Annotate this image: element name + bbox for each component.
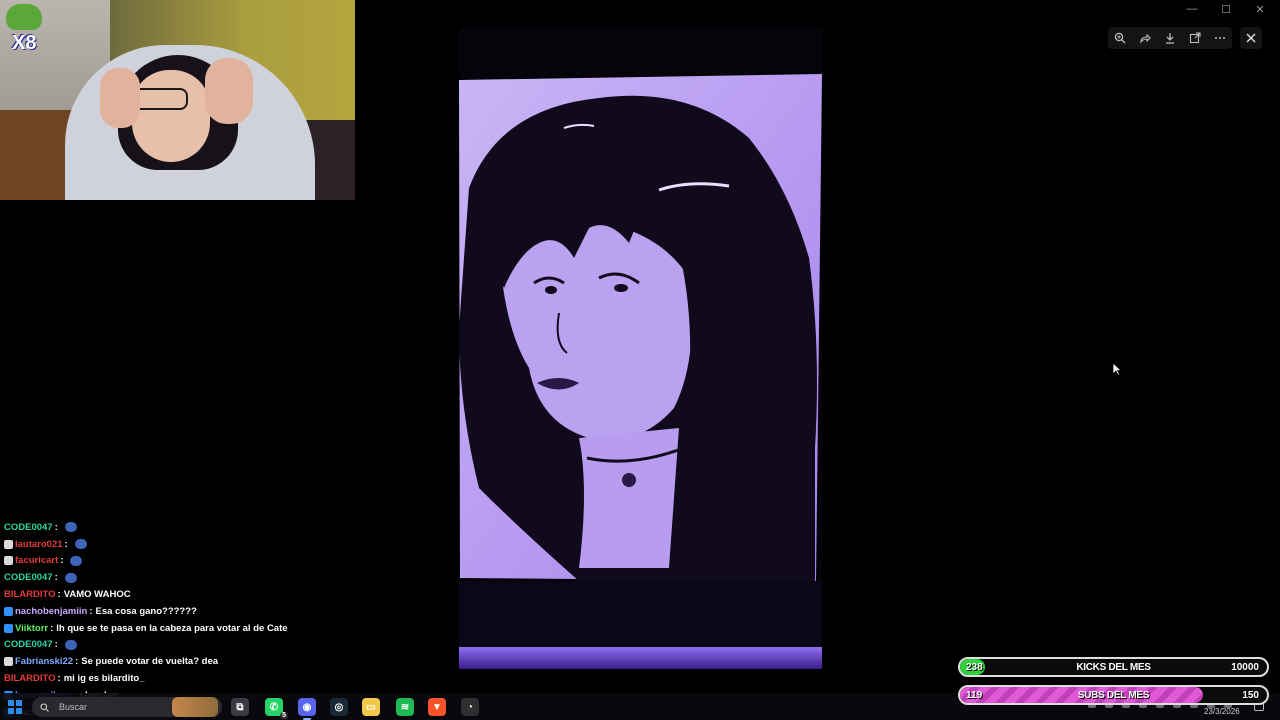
task-view-glyph: ⧉	[236, 701, 244, 713]
chat-emote-icon	[64, 572, 77, 583]
kicks-goal-label: KICKS DEL MES	[1076, 662, 1151, 673]
window-controls: — ☐ ✕	[1186, 3, 1266, 16]
mouse-cursor-icon	[1112, 362, 1122, 376]
streamer-left-hand	[100, 68, 140, 128]
chat-username[interactable]: CODE0047	[4, 639, 53, 650]
chat-message-text: mi ig es bilardito_	[63, 673, 145, 685]
chat-username[interactable]: BILARDITO	[4, 673, 56, 684]
chat-separator: :	[50, 622, 54, 634]
stream-chat: CODE0047 : lautaro021 : facuricart : CODE00…	[4, 519, 334, 720]
obs-icon[interactable]: ◔	[461, 698, 479, 716]
chat-emote-icon	[64, 639, 77, 650]
steam-icon[interactable]: ◎	[330, 698, 348, 716]
emote-multiplier: X8	[12, 32, 37, 54]
chat-username[interactable]: Fabrianski22	[15, 656, 73, 667]
search-icon	[40, 702, 49, 712]
chat-separator: :	[60, 555, 64, 567]
spotify-icon[interactable]: ≋	[396, 698, 414, 716]
drawing-photo	[459, 28, 822, 669]
obs-glyph: ◔	[466, 701, 474, 713]
chat-separator: :	[64, 538, 68, 550]
chat-separator: :	[75, 656, 79, 668]
maximize-icon[interactable]: ☐	[1220, 3, 1232, 16]
chat-badge-icon	[4, 556, 13, 566]
subs-goal-target: 150	[1242, 690, 1259, 701]
chat-message-text: Se puede votar de vuelta? dea	[81, 656, 219, 668]
chat-message: CODE0047 :	[4, 569, 334, 586]
chat-separator: :	[89, 605, 93, 617]
chat-separator: :	[57, 589, 61, 601]
chat-message: lautaro021 :	[4, 536, 334, 553]
chat-message: Viiktorr : lh que se te pasa en la cabeza…	[4, 620, 334, 637]
discord-glyph: ◉	[302, 701, 312, 713]
discord-icon[interactable]: ◉	[298, 698, 316, 720]
chat-message: nachobenjamiin : Esa cosa gano??????	[4, 603, 334, 620]
clock-date: 23/3/2026	[1204, 707, 1240, 716]
chat-emote-icon	[74, 539, 87, 550]
chat-separator: :	[54, 572, 58, 584]
chat-emote-icon	[70, 555, 83, 566]
chat-separator: :	[54, 521, 58, 533]
chat-username[interactable]: nachobenjamiin	[15, 606, 87, 617]
webcam-overlay: X8	[0, 0, 355, 200]
kicks-goal-bar: 238 KICKS DEL MES 10000	[958, 657, 1269, 677]
chat-badge-icon	[4, 539, 13, 549]
task-view-icon[interactable]: ⧉	[231, 698, 249, 716]
chat-username[interactable]: BILARDITO	[4, 589, 56, 600]
chat-message: CODE0047 :	[4, 519, 334, 536]
more-icon[interactable]	[1212, 30, 1228, 46]
whatsapp-icon[interactable]: ✆ 5	[265, 698, 288, 719]
chat-badge-icon	[4, 623, 13, 633]
brave-glyph: ▼	[432, 701, 442, 713]
streamer-right-hand	[205, 58, 253, 124]
minimize-icon[interactable]: —	[1186, 3, 1198, 16]
brave-icon[interactable]: ▼	[428, 698, 446, 716]
chat-message: CODE0047 :	[4, 637, 334, 654]
subs-goal-bar: 119 SUBS DEL MES 150	[958, 685, 1269, 705]
close-icon	[1246, 33, 1256, 43]
chat-separator: :	[57, 673, 61, 685]
chat-emote-icon	[64, 522, 77, 533]
chat-message: BILARDITO : VAMO WAHOC	[4, 586, 334, 603]
chat-message-text: VAMO WAHOC	[63, 589, 131, 601]
chat-message-text: lh que se te pasa en la cabeza para vota…	[56, 622, 288, 634]
file-explorer-glyph: ▭	[366, 701, 376, 713]
chat-message: BILARDITO : mi ig es bilardito_	[4, 670, 334, 687]
chat-message-text: Esa cosa gano??????	[95, 605, 197, 617]
share-icon[interactable]	[1137, 30, 1153, 46]
viewer-close-button[interactable]	[1240, 27, 1262, 49]
chat-badge-icon	[4, 657, 13, 667]
whatsapp-glyph: ✆	[269, 701, 279, 713]
chat-badge-icon	[4, 606, 13, 616]
kicks-goal-target: 10000	[1231, 662, 1259, 673]
streamer-face	[132, 70, 210, 162]
chat-separator: :	[54, 639, 58, 651]
taskbar-search[interactable]: Buscar	[32, 697, 222, 717]
app-badge-count: 5	[280, 712, 288, 719]
portrait-drawing-image	[459, 28, 822, 669]
chat-message: facuricart :	[4, 553, 334, 570]
spotify-glyph: ≋	[400, 701, 410, 713]
chat-username[interactable]: Viiktorr	[15, 623, 48, 634]
frog-emote-icon	[6, 4, 46, 34]
chat-message: Fabrianski22 : Se puede votar de vuelta? …	[4, 653, 334, 670]
open-external-icon[interactable]	[1187, 30, 1203, 46]
chat-username[interactable]: facuricart	[15, 555, 58, 566]
search-placeholder: Buscar	[59, 702, 88, 712]
file-explorer-icon[interactable]: ▭	[362, 698, 380, 716]
subs-goal-label: SUBS DEL MES	[1077, 690, 1150, 701]
search-highlight-image	[172, 697, 218, 717]
steam-glyph: ◎	[334, 701, 344, 713]
chat-username[interactable]: CODE0047	[4, 522, 53, 533]
windows-start-icon[interactable]	[8, 700, 22, 714]
chat-username[interactable]: lautaro021	[15, 539, 63, 550]
download-icon[interactable]	[1162, 30, 1178, 46]
zoom-in-icon[interactable]	[1112, 30, 1128, 46]
chat-username[interactable]: CODE0047	[4, 572, 53, 583]
image-viewer-toolbar	[1108, 27, 1232, 49]
window-close-icon[interactable]: ✕	[1254, 3, 1266, 16]
